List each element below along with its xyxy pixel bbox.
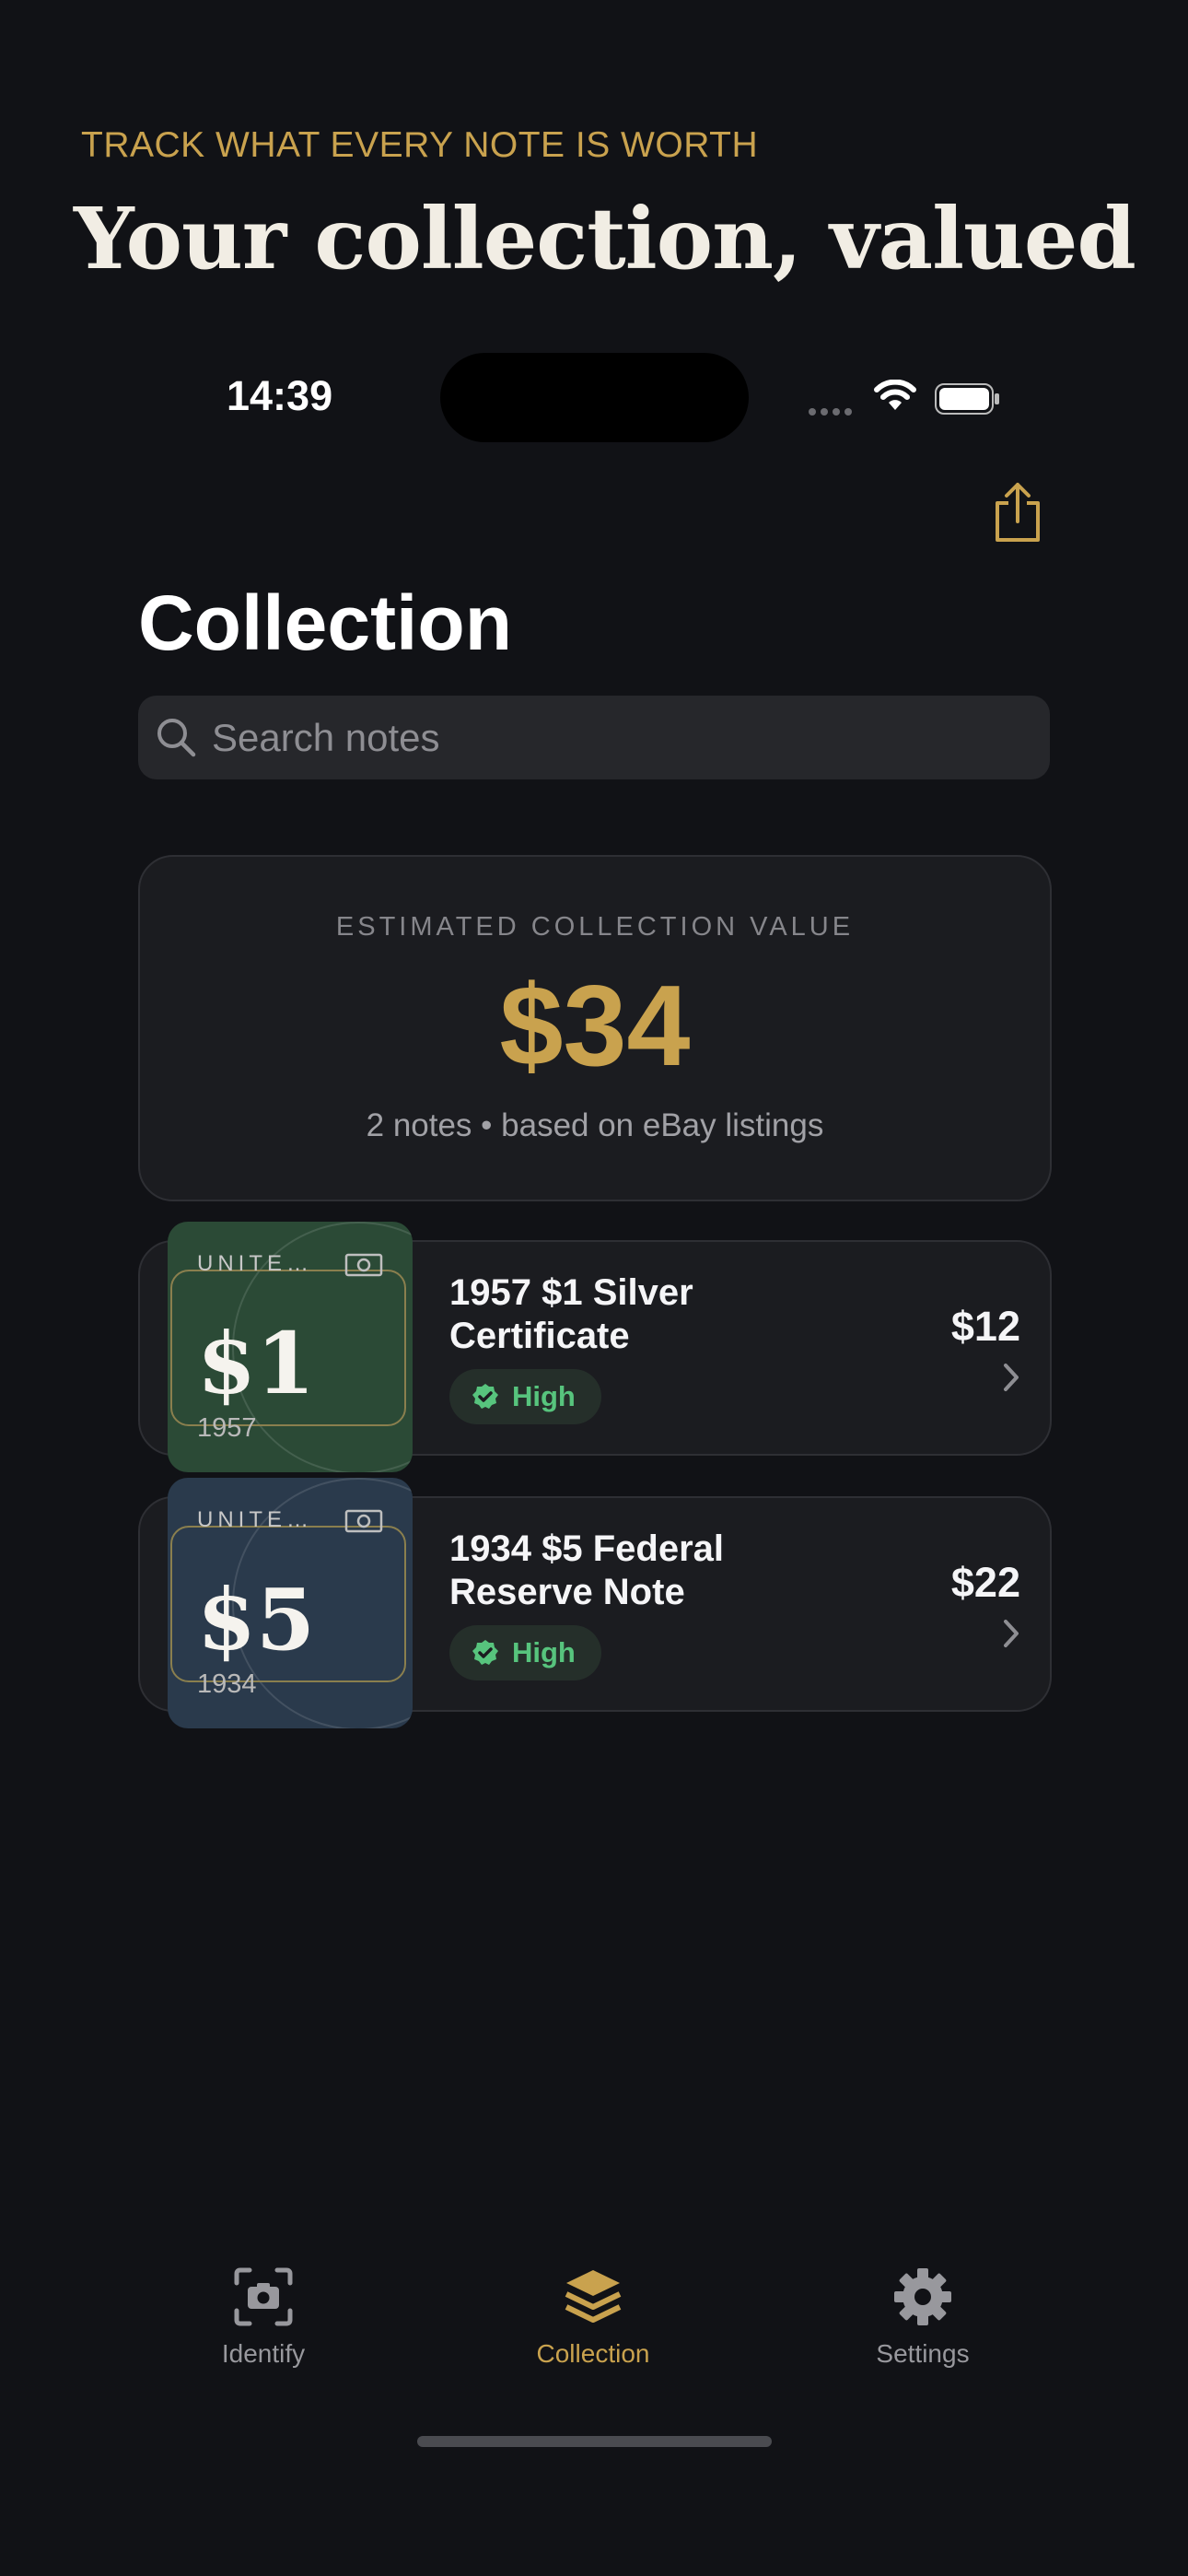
note-year: 1934: [197, 1669, 257, 1699]
note-price: $12: [950, 1303, 1020, 1350]
note-title: 1957 $1 Silver Certificate: [449, 1272, 693, 1356]
note-price: $22: [950, 1559, 1020, 1606]
camera-icon: [234, 2267, 293, 2326]
stack-icon: [565, 2270, 622, 2323]
value-amount: $34: [499, 963, 691, 1090]
search-icon: [155, 716, 197, 763]
promo-headline: Your collection, valued: [74, 189, 1136, 288]
note-thumbnail: UNITE… $5 1934: [168, 1478, 413, 1728]
note-thumbnail: UNITE… $1 1957: [168, 1222, 413, 1472]
share-icon: [996, 483, 1040, 542]
search-placeholder: Search notes: [212, 716, 440, 759]
value-subtitle: 2 notes • based on eBay listings: [366, 1107, 824, 1143]
status-time: 14:39: [227, 372, 333, 419]
verified-check-icon: [472, 1640, 498, 1665]
tab-label: Collection: [536, 2339, 650, 2368]
tab-label: Identify: [221, 2339, 306, 2368]
wifi-icon: [873, 379, 917, 417]
chevron-right-icon: [1002, 1362, 1020, 1398]
verified-check-icon: [472, 1384, 498, 1409]
battery-icon: [935, 383, 1001, 419]
collection-value-card: ESTIMATED COLLECTION VALUE $34 2 notes •…: [138, 855, 1052, 1201]
cellular-signal-icon: [809, 404, 858, 416]
banknote-icon: [344, 1253, 383, 1282]
tab-settings[interactable]: Settings: [803, 2266, 1042, 2369]
note-issuer: UNITE…: [197, 1251, 313, 1276]
confidence-label: High: [512, 1636, 576, 1669]
tab-bar: Identify Collection Settings: [0, 2266, 1188, 2414]
home-indicator[interactable]: [417, 2436, 772, 2447]
search-input[interactable]: Search notes: [138, 696, 1050, 779]
note-issuer: UNITE…: [197, 1507, 313, 1532]
tab-collection[interactable]: Collection: [473, 2266, 713, 2369]
value-label: ESTIMATED COLLECTION VALUE: [335, 912, 855, 942]
banknote-icon: [344, 1509, 383, 1538]
note-denomination: $1: [197, 1314, 316, 1413]
page-title: Collection: [138, 580, 513, 666]
chevron-right-icon: [1002, 1618, 1020, 1654]
gear-icon: [894, 2268, 951, 2325]
note-year: 1957: [197, 1413, 257, 1443]
note-title: 1934 $5 Federal Reserve Note: [449, 1528, 724, 1612]
note-denomination: $5: [197, 1570, 316, 1669]
confidence-label: High: [512, 1380, 576, 1412]
dynamic-island: [440, 353, 749, 442]
confidence-badge: High: [449, 1369, 601, 1424]
tab-identify[interactable]: Identify: [144, 2266, 383, 2369]
tab-label: Settings: [876, 2339, 970, 2368]
confidence-badge: High: [449, 1625, 601, 1680]
promo-tagline: TRACK WHAT EVERY NOTE IS WORTH: [81, 125, 759, 165]
share-button[interactable]: [990, 481, 1045, 544]
